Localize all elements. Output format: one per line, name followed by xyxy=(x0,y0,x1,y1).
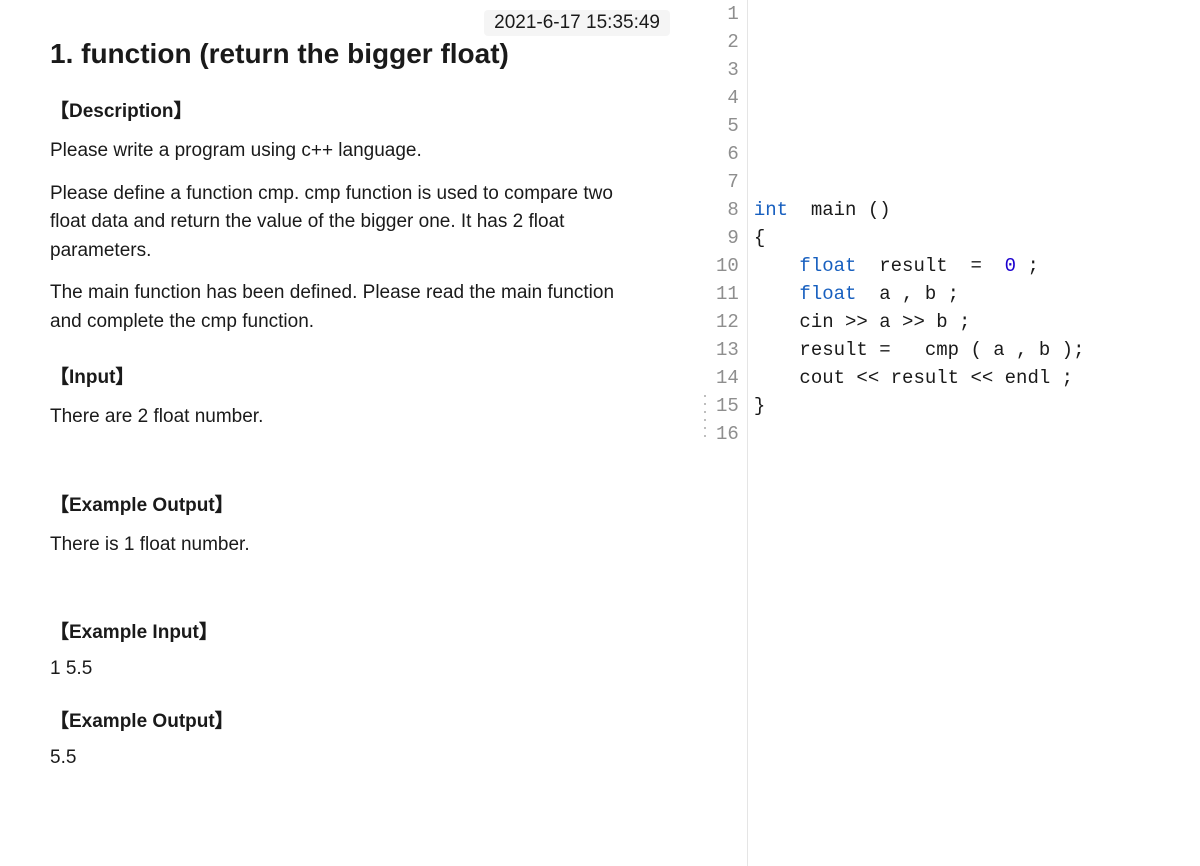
example-output-header-2: 【Example Output】 xyxy=(50,706,650,733)
code-line-13[interactable]: result = cmp ( a , b ); xyxy=(754,339,1085,361)
example-output-header-1: 【Example Output】 xyxy=(50,490,650,517)
problem-title: 1. function (return the bigger float) xyxy=(50,38,650,70)
code-content[interactable]: int main () { float result = 0 ; float a… xyxy=(748,0,1085,866)
example-input-value: 1 5.5 xyxy=(50,658,650,680)
description-header: 【Description】 xyxy=(50,96,650,123)
code-line-14[interactable]: cout << result << endl ; xyxy=(754,367,1073,389)
example-input-header: 【Example Input】 xyxy=(50,617,650,644)
code-line-11[interactable]: float a , b ; xyxy=(754,283,959,305)
code-line-9[interactable]: { xyxy=(754,227,765,249)
description-text-1: Please write a program using c++ languag… xyxy=(50,137,650,166)
problem-description-panel: 2021-6-17 15:35:49 1. function (return t… xyxy=(0,0,700,866)
description-text-3: The main function has been defined. Plea… xyxy=(50,279,650,336)
example-output-value: 5.5 xyxy=(50,747,650,769)
code-line-8[interactable]: int main () xyxy=(754,199,891,221)
description-text-2: Please define a function cmp. cmp functi… xyxy=(50,180,650,266)
code-line-15[interactable]: } xyxy=(754,395,765,417)
input-text: There are 2 float number. xyxy=(50,403,650,432)
code-line-10[interactable]: float result = 0 ; xyxy=(754,255,1039,277)
code-line-12[interactable]: cin >> a >> b ; xyxy=(754,311,971,333)
timestamp-badge: 2021-6-17 15:35:49 xyxy=(484,10,670,36)
drag-handle-icon xyxy=(704,395,706,437)
example-output-text-1: There is 1 float number. xyxy=(50,531,650,560)
code-editor-panel[interactable]: 1 2 3 4 5 6 7 8 9 10 11 12 13 14 15 16 i… xyxy=(710,0,1200,866)
input-header: 【Input】 xyxy=(50,362,650,389)
panel-resize-handle[interactable] xyxy=(700,0,710,866)
line-number-gutter: 1 2 3 4 5 6 7 8 9 10 11 12 13 14 15 16 xyxy=(710,0,748,866)
